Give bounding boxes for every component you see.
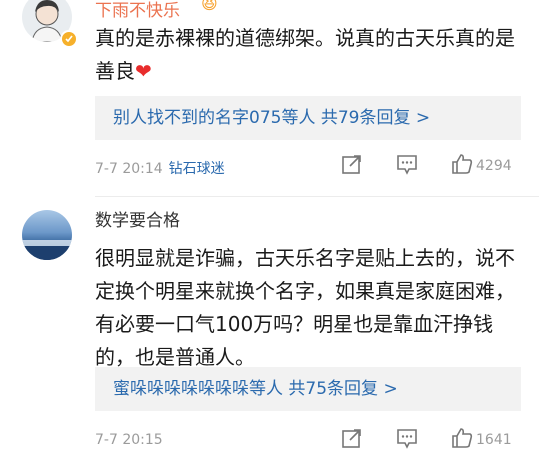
- comment-meta: 7-7 20:15: [95, 432, 163, 448]
- heart-icon: ❤: [135, 59, 152, 83]
- divider: [95, 196, 539, 197]
- comment-text: 很明显就是诈骗，古天乐名字是贴上去的，说不定换个明星来就换个名字，如果真是家庭困…: [95, 246, 515, 369]
- like-count: 4294: [476, 158, 512, 174]
- comment-date: 7-7 20:14: [95, 161, 163, 177]
- share-icon[interactable]: [340, 426, 364, 454]
- comment-meta: 7-7 20:14 钻石球迷: [95, 158, 225, 178]
- comment-item: 数学要合格 很明显就是诈骗，古天乐名字是贴上去的，说不定换个明星来就换个名字，如…: [0, 200, 539, 459]
- username[interactable]: 数学要合格: [95, 206, 180, 231]
- reply-summary-link[interactable]: 别人找不到的名字075等人 共79条回复 >: [95, 96, 521, 140]
- share-icon[interactable]: [340, 152, 364, 180]
- username[interactable]: 下雨不快乐: [95, 0, 180, 21]
- comment-text: 真的是赤裸裸的道德绑架。说真的古天乐真的是善良❤: [95, 22, 515, 88]
- thumbs-up-icon[interactable]: [450, 152, 474, 180]
- thumbs-up-icon[interactable]: [450, 426, 474, 454]
- comment-item: 下雨不快乐 😆 真的是赤裸裸的道德绑架。说真的古天乐真的是善良❤ 别人找不到的名…: [0, 0, 539, 200]
- comment-text-content: 真的是赤裸裸的道德绑架。说真的古天乐真的是善良: [95, 26, 515, 83]
- member-badge-icon: 😆: [201, 0, 218, 13]
- comment-icon[interactable]: [395, 426, 419, 454]
- reply-summary-link[interactable]: 蜜哚哚哚哚哚哚哚等人 共75条回复 >: [95, 367, 521, 411]
- comment-icon[interactable]: [395, 152, 419, 180]
- like-count: 1641: [476, 432, 512, 448]
- avatar[interactable]: [22, 210, 72, 260]
- comment-date: 7-7 20:15: [95, 432, 163, 448]
- verified-badge-icon: [60, 30, 78, 48]
- fan-label[interactable]: 钻石球迷: [169, 161, 225, 177]
